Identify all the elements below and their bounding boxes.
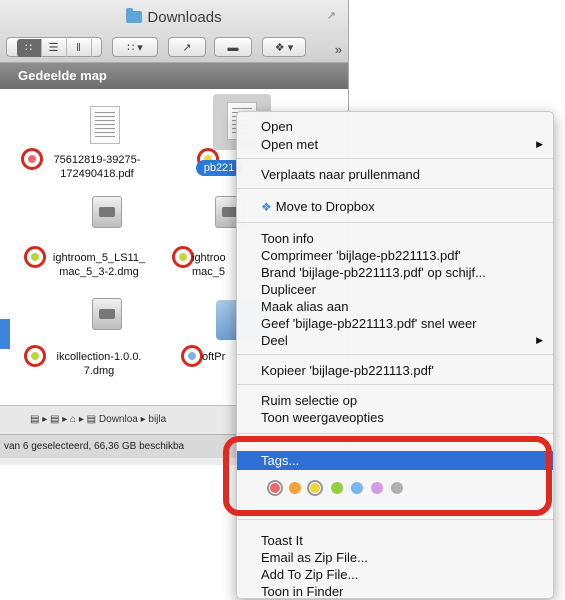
tag-icon: ▬ (227, 42, 239, 54)
menu-item-make-alias[interactable]: Maak alias aan (237, 298, 553, 315)
column-view-icon[interactable]: ‖ (67, 39, 92, 57)
breadcrumb[interactable]: Downloa ▸ bijla (99, 414, 166, 425)
dmg-file-icon[interactable] (92, 298, 122, 330)
file-label-5[interactable]: ikcollection-1.0.0. 7.dmg (44, 350, 154, 378)
menu-item-email-as-zip[interactable]: Email as Zip File... (237, 549, 553, 566)
tag-ring-5 (24, 345, 46, 367)
sidebar-selection-strip (0, 319, 10, 349)
tags-highlight-callout (223, 436, 552, 516)
menu-item-toast-it[interactable]: Toast It (237, 532, 553, 549)
menu-item-get-info[interactable]: Toon info (237, 230, 553, 247)
menu-item-duplicate[interactable]: Dupliceer (237, 281, 553, 298)
menu-item-quick-look[interactable]: Geef 'bijlage-pb221113.pdf' snel weer (237, 315, 553, 332)
share-button[interactable]: ↗ (168, 37, 206, 57)
tag-ring-4 (172, 246, 194, 268)
menu-item-open[interactable]: Open (237, 118, 553, 135)
folder-icon (126, 8, 143, 23)
tag-dot-icon (31, 253, 39, 261)
dropbox-toolbar-icon: ❖ (274, 42, 285, 54)
file-label-3[interactable]: ightroom_5_LS11_ mac_5_3-2.dmg (44, 251, 154, 279)
tag-dot-icon (188, 352, 196, 360)
submenu-arrow-icon: ▶ (536, 335, 543, 345)
breadcrumb-icons[interactable]: ▤ ▸ ▤ ▸ ⌂ ▸ ▤ (30, 414, 99, 425)
dropbox-icon: ❖ (261, 200, 272, 214)
tag-ring-3 (24, 246, 46, 268)
tag-dot-icon (28, 155, 36, 163)
menu-separator (237, 519, 553, 520)
tag-dot-icon (179, 253, 187, 261)
menu-separator (237, 188, 553, 189)
view-segmented-control[interactable]: ∷☰‖≡ (6, 37, 102, 74)
menu-item-clean-up-selection[interactable]: Ruim selectie op (237, 392, 553, 409)
share-icon: ↗ (182, 42, 192, 54)
icon-view-icon[interactable]: ∷ (16, 39, 42, 57)
menu-item-show-view-options[interactable]: Toon weergaveopties (237, 409, 553, 426)
menu-separator (237, 158, 553, 159)
menu-item-move-to-trash[interactable]: Verplaats naar prullenmand (237, 166, 553, 183)
tag-dot-icon (31, 352, 39, 360)
tag-ring-6 (181, 345, 203, 367)
menu-item-move-to-dropbox[interactable]: ❖ Move to Dropbox (237, 198, 553, 215)
pdf-file-icon[interactable] (90, 106, 120, 144)
context-menu: Open Open met ▶ Verplaats naar prullenman… (236, 111, 554, 599)
tag-button[interactable]: ▬ (214, 37, 252, 57)
menu-item-burn[interactable]: Brand 'bijlage-pb221113.pdf' op schijf..… (237, 264, 553, 281)
arrange-button[interactable]: ∷ ▾ (112, 37, 158, 57)
dmg-file-icon[interactable] (92, 196, 122, 228)
list-view-icon[interactable]: ☰ (42, 39, 67, 57)
window-title: Downloads (0, 8, 348, 26)
menu-item-share[interactable]: Deel ▶ (237, 332, 553, 349)
menu-separator (237, 354, 553, 355)
submenu-arrow-icon: ▶ (536, 139, 543, 149)
title-bar: Downloads ↗ (0, 0, 348, 34)
menu-separator (237, 384, 553, 385)
toolbar-overflow-icon[interactable]: » (335, 42, 342, 57)
sidebar-heading: Gedeelde map (0, 63, 348, 89)
menu-item-add-to-zip[interactable]: Add To Zip File... (237, 566, 553, 583)
toolbar: ∷☰‖≡ ∷ ▾ ↗ ▬ ❖ ▾ » (0, 34, 348, 74)
file-label-4[interactable]: ightroo mac_5 (192, 251, 242, 279)
menu-item-open-with[interactable]: Open met ▶ (237, 136, 553, 153)
menu-separator (237, 222, 553, 223)
tag-ring-1 (21, 148, 43, 170)
fullscreen-icon[interactable]: ↗ (327, 9, 336, 22)
file-label-1[interactable]: 75612819-39275- 172490418.pdf (42, 153, 152, 181)
menu-item-compress[interactable]: Comprimeer 'bijlage-pb221113.pdf' (237, 247, 553, 264)
dropbox-button[interactable]: ❖ ▾ (262, 37, 306, 57)
menu-item-show-in-finder[interactable]: Toon in Finder (237, 583, 553, 600)
menu-item-copy[interactable]: Kopieer 'bijlage-pb221113.pdf' (237, 362, 553, 379)
menu-separator (237, 433, 553, 434)
grid-icon: ∷ (127, 42, 135, 54)
